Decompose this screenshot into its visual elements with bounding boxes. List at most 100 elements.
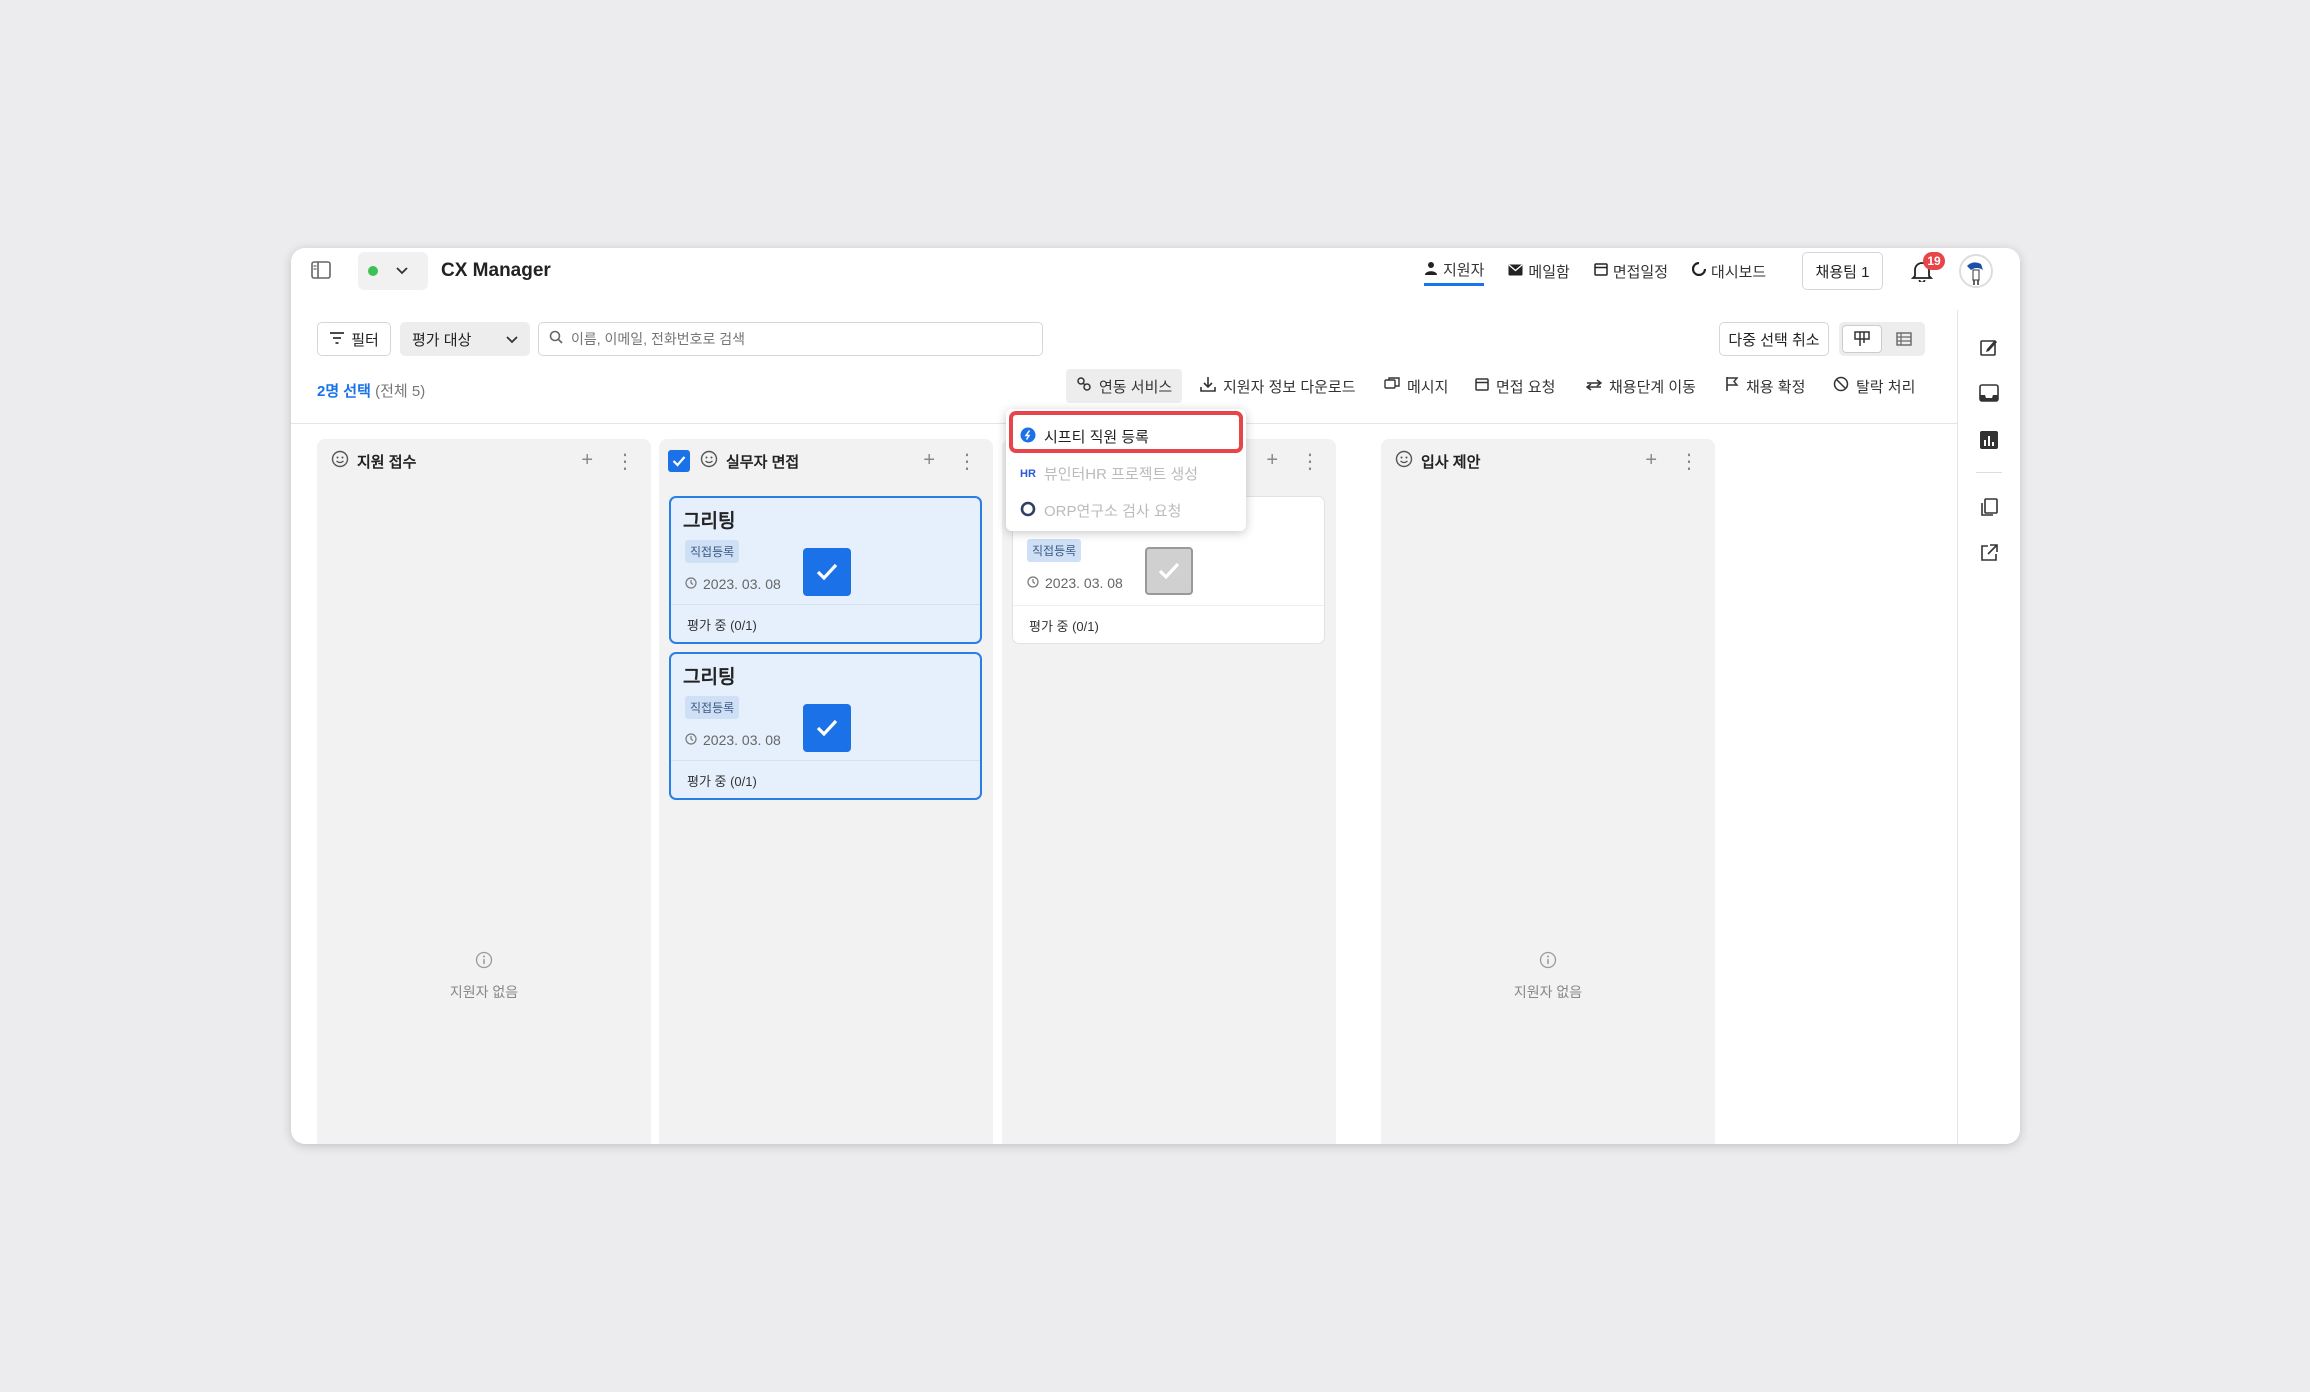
filter-icon bbox=[329, 331, 345, 348]
nav-mailbox[interactable]: 메일함 bbox=[1508, 256, 1570, 286]
nav-dashboard[interactable]: 대시보드 bbox=[1691, 256, 1767, 286]
top-nav: 지원자 메일함 면접일정 대시보드 bbox=[1424, 256, 1766, 286]
more-vertical-icon[interactable]: ⋮ bbox=[1679, 449, 1699, 474]
confirm-hire-button[interactable]: 채용 확정 bbox=[1719, 369, 1811, 403]
column-title: 입사 제안 bbox=[1421, 453, 1481, 471]
dropdown-item-viewinter[interactable]: HR 뷰인터HR 프로젝트 생성 bbox=[1020, 463, 1198, 484]
nav-dashboard-label: 대시보드 bbox=[1711, 263, 1767, 281]
board-view-icon[interactable] bbox=[1842, 325, 1882, 353]
applied-date: 2023. 03. 08 bbox=[685, 576, 781, 592]
search-input[interactable] bbox=[571, 331, 1011, 347]
hr-badge-icon: HR bbox=[1020, 467, 1036, 480]
column-job-offer: 입사 제안 + ⋮ 지원자 없음 bbox=[1381, 439, 1715, 1144]
applicant-card[interactable]: 그리팅 직접등록 2023. 03. 08 평가 중 (0/1) bbox=[669, 496, 982, 644]
selected-count: 2명 선택 bbox=[317, 383, 371, 400]
column-application-received: 지원 접수 + ⋮ 지원자 없음 bbox=[317, 439, 651, 1144]
card-checkbox[interactable] bbox=[803, 548, 851, 596]
eval-target-select[interactable]: 평가 대상 bbox=[400, 322, 530, 356]
person-icon bbox=[1424, 261, 1438, 279]
plus-icon[interactable]: + bbox=[923, 449, 935, 474]
inbox-icon[interactable] bbox=[1979, 384, 1999, 407]
move-stage-button[interactable]: 채용단계 이동 bbox=[1580, 369, 1702, 403]
card-checkbox[interactable] bbox=[1145, 547, 1193, 595]
interview-request-button[interactable]: 면접 요청 bbox=[1469, 369, 1561, 403]
emoji-icon bbox=[331, 450, 349, 473]
info-icon bbox=[1381, 951, 1715, 972]
dropdown-item-orp[interactable]: ORP연구소 검사 요청 bbox=[1020, 500, 1181, 521]
status-select[interactable] bbox=[358, 252, 428, 290]
edit-icon[interactable] bbox=[1979, 337, 1999, 362]
chart-icon[interactable] bbox=[1979, 430, 1999, 455]
download-icon bbox=[1200, 376, 1216, 396]
clock-icon bbox=[685, 576, 697, 592]
message-icon bbox=[1384, 376, 1400, 396]
source-tag: 직접등록 bbox=[1027, 539, 1082, 562]
total-count: (전체 5) bbox=[375, 383, 426, 400]
applicant-name: 그리팅 bbox=[683, 667, 736, 688]
empty-text: 지원자 없음 bbox=[449, 984, 519, 1000]
more-vertical-icon[interactable]: ⋮ bbox=[615, 449, 635, 474]
emoji-icon bbox=[700, 450, 718, 473]
download-label: 지원자 정보 다운로드 bbox=[1223, 378, 1356, 396]
plus-icon[interactable]: + bbox=[581, 449, 593, 474]
evaluation-status: 평가 중 (0/1) bbox=[671, 604, 980, 642]
nav-interview-schedule[interactable]: 면접일정 bbox=[1594, 256, 1668, 286]
sidebar-toggle-icon[interactable] bbox=[311, 261, 335, 285]
date-text: 2023. 03. 08 bbox=[703, 732, 781, 748]
nav-interview-label: 면접일정 bbox=[1612, 263, 1669, 281]
column-actions: + ⋮ bbox=[1266, 449, 1320, 474]
calendar-icon bbox=[1594, 262, 1608, 280]
linked-service-label: 연동 서비스 bbox=[1099, 378, 1173, 396]
emoji-icon bbox=[1395, 450, 1413, 473]
plus-icon[interactable]: + bbox=[1645, 449, 1657, 474]
calendar-icon bbox=[1475, 377, 1489, 395]
search-box[interactable] bbox=[538, 322, 1043, 356]
avatar[interactable] bbox=[1959, 254, 1993, 288]
eval-target-value: 평가 대상 bbox=[412, 331, 472, 349]
dropdown-item-label: 뷰인터HR 프로젝트 생성 bbox=[1043, 466, 1199, 483]
chevron-down-icon bbox=[396, 262, 408, 280]
status-dot bbox=[368, 266, 378, 276]
highlight-outline bbox=[1009, 411, 1243, 453]
nav-applicants[interactable]: 지원자 bbox=[1424, 256, 1485, 286]
column-actions: + ⋮ bbox=[923, 449, 977, 474]
page-title: CX Manager bbox=[441, 260, 551, 281]
download-button[interactable]: 지원자 정보 다운로드 bbox=[1194, 369, 1362, 403]
external-link-icon[interactable] bbox=[1979, 543, 1999, 568]
multi-select-cancel-button[interactable]: 다중 선택 취소 bbox=[1719, 322, 1829, 356]
applied-date: 2023. 03. 08 bbox=[685, 732, 781, 748]
more-vertical-icon[interactable]: ⋮ bbox=[1300, 449, 1320, 474]
empty-state: 지원자 없음 bbox=[1381, 951, 1715, 1002]
dashboard-icon bbox=[1691, 261, 1707, 280]
flag-icon bbox=[1725, 376, 1739, 396]
list-view-icon[interactable] bbox=[1885, 325, 1923, 353]
confirm-hire-label: 채용 확정 bbox=[1746, 378, 1806, 396]
more-vertical-icon[interactable]: ⋮ bbox=[957, 449, 977, 474]
message-label: 메시지 bbox=[1407, 378, 1449, 396]
applicant-name: 그리팅 bbox=[683, 511, 736, 532]
app-window: CX Manager 지원자 메일함 면접일정 대시보드 채용팀 1 19 필터… bbox=[291, 248, 2020, 1144]
applicant-card[interactable]: 그리팅 직접등록 2023. 03. 08 평가 중 (0/1) bbox=[669, 652, 982, 800]
date-text: 2023. 03. 08 bbox=[1045, 575, 1123, 591]
column-actions: + ⋮ bbox=[581, 449, 635, 474]
applied-date: 2023. 03. 08 bbox=[1027, 575, 1123, 591]
card-checkbox[interactable] bbox=[803, 704, 851, 752]
column-header: 지원 접수 + ⋮ bbox=[317, 439, 651, 483]
plus-icon[interactable]: + bbox=[1266, 449, 1278, 474]
filter-label: 필터 bbox=[351, 331, 379, 349]
copy-icon[interactable] bbox=[1979, 497, 1999, 522]
reject-label: 탈락 처리 bbox=[1856, 378, 1916, 396]
linked-service-button[interactable]: 연동 서비스 bbox=[1066, 369, 1183, 403]
nav-applicants-label: 지원자 bbox=[1443, 262, 1485, 279]
team-button[interactable]: 채용팀 1 bbox=[1802, 252, 1883, 290]
column-checkbox[interactable] bbox=[668, 450, 690, 472]
reject-button[interactable]: 탈락 처리 bbox=[1827, 369, 1921, 403]
clock-icon bbox=[1027, 575, 1039, 591]
view-toggle bbox=[1839, 322, 1925, 356]
block-icon bbox=[1833, 376, 1849, 396]
filter-button[interactable]: 필터 bbox=[317, 322, 391, 356]
search-icon bbox=[549, 330, 563, 349]
column-header: 실무자 면접 + ⋮ bbox=[659, 439, 993, 483]
message-button[interactable]: 메시지 bbox=[1378, 369, 1454, 403]
column-actions: + ⋮ bbox=[1645, 449, 1699, 474]
